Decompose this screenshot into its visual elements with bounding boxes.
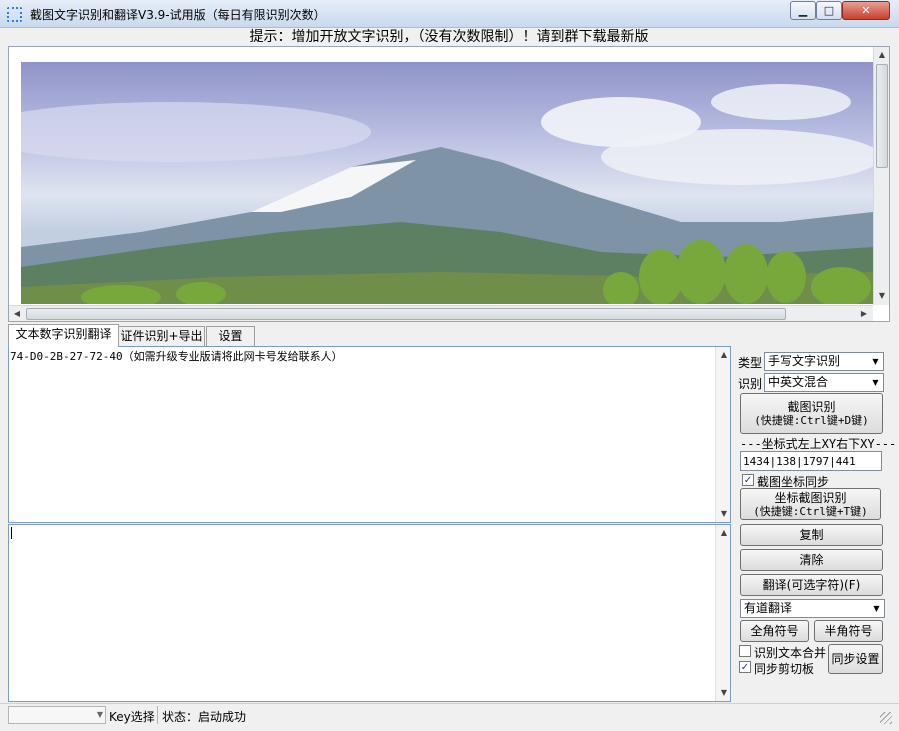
vertical-scroll-thumb[interactable] (876, 64, 888, 168)
clear-button[interactable]: 清除 (740, 549, 883, 571)
horizontal-scroll-thumb[interactable] (26, 308, 786, 320)
fullwidth-symbol-button[interactable]: 全角符号 (740, 620, 809, 642)
key-select-value (9, 707, 12, 721)
scroll-up-arrow-icon[interactable]: ▲ (874, 47, 890, 63)
banner-image (21, 62, 873, 304)
title-bar[interactable]: 截图文字识别和翻译V3.9-试用版（每日有限识别次数） ▁ □ ✕ (0, 0, 899, 28)
dropdown-arrow-icon[interactable]: ▼ (868, 374, 883, 391)
coordinate-capture-button[interactable]: 坐标截图识别 (快捷键:Ctrl键+T键) (740, 488, 881, 520)
translate-button[interactable]: 翻译(可选字符)(F) (740, 574, 883, 596)
copy-button[interactable]: 复制 (740, 524, 883, 546)
sync-coordinate-checkbox[interactable]: ✓ (742, 474, 754, 486)
app-icon (7, 7, 22, 22)
sync-clipboard-checkbox[interactable]: ✓ (739, 661, 751, 673)
scroll-left-arrow-icon[interactable]: ◀ (9, 306, 25, 322)
resize-grip-icon[interactable] (880, 712, 892, 724)
capture-button-shortcut: (快捷键:Ctrl键+D键) (754, 414, 869, 427)
maximize-button[interactable]: □ (816, 1, 842, 20)
translation-text-scrollbar[interactable]: ▲ ▼ (715, 525, 730, 701)
coordinate-input-value: 1434|138|1797|441 (743, 455, 856, 468)
key-select[interactable]: ▼ (8, 706, 106, 724)
sync-settings-button[interactable]: 同步设置 (828, 644, 883, 674)
window-title: 截图文字识别和翻译V3.9-试用版（每日有限识别次数） (30, 8, 326, 22)
recognition-language-value: 中英文混合 (768, 375, 829, 389)
dropdown-arrow-icon[interactable]: ▼ (869, 600, 884, 617)
coordinate-input[interactable]: 1434|138|1797|441 (740, 451, 882, 471)
scroll-up-arrow-icon[interactable]: ▲ (716, 525, 732, 541)
type-select[interactable]: 手写文字识别 ▼ (764, 352, 884, 371)
close-button[interactable]: ✕ (842, 1, 890, 20)
hint-text: 提示：增加开放文字识别，（没有次数限制）！请到群下载最新版 (249, 29, 649, 45)
sync-clipboard-label: 同步剪切板 (754, 662, 815, 676)
translation-text-area[interactable]: ▲ ▼ (8, 524, 731, 702)
coordinate-format-label: ---坐标式左上XY右下XY--- (740, 437, 897, 451)
status-divider (157, 706, 158, 724)
scroll-right-arrow-icon[interactable]: ▶ (856, 306, 872, 322)
merge-text-label: 识别文本合并 (754, 646, 827, 660)
banner-vertical-scrollbar[interactable]: ▲ ▼ (873, 47, 889, 305)
status-text: 状态：启动成功 (162, 710, 247, 724)
recognized-text-area[interactable]: 74-D0-2B-27-72-40（如需升级专业版请将此网卡号发给联系人） ▲ … (8, 346, 731, 523)
banner-panel: ▲ ▼ ◀ ▶ (8, 46, 890, 322)
recognized-text-scrollbar[interactable]: ▲ ▼ (715, 347, 730, 522)
status-bar: ▼ Key选择 状态：启动成功 (0, 703, 899, 731)
coordinate-capture-shortcut: (快捷键:Ctrl键+T键) (753, 505, 868, 518)
capture-button-title: 截图识别 (787, 400, 836, 414)
translator-select-value: 有道翻译 (744, 601, 793, 615)
tab-settings[interactable]: 设置 (206, 326, 255, 346)
recognition-label: 识别 (738, 377, 763, 391)
dropdown-arrow-icon[interactable]: ▼ (868, 353, 883, 370)
scroll-up-arrow-icon[interactable]: ▲ (716, 347, 732, 363)
type-select-value: 手写文字识别 (768, 354, 841, 368)
recognized-text: 74-D0-2B-27-72-40（如需升级专业版请将此网卡号发给联系人） (10, 350, 343, 363)
minimize-button[interactable]: ▁ (790, 1, 816, 20)
mountain-landscape-image (21, 84, 873, 304)
scroll-down-arrow-icon[interactable]: ▼ (716, 685, 732, 701)
text-cursor (11, 527, 12, 539)
dropdown-arrow-icon[interactable]: ▼ (97, 707, 103, 723)
tab-id-recognition[interactable]: 证件识别+导出 (118, 326, 205, 346)
scroll-down-arrow-icon[interactable]: ▼ (874, 288, 890, 304)
merge-text-checkbox[interactable] (739, 645, 751, 657)
coordinate-capture-title: 坐标截图识别 (774, 491, 847, 505)
key-select-label: Key选择 (109, 710, 155, 724)
recognition-language-select[interactable]: 中英文混合 ▼ (764, 373, 884, 392)
capture-recognize-button[interactable]: 截图识别 (快捷键:Ctrl键+D键) (740, 393, 883, 434)
tab-text-recognition[interactable]: 文本数字识别翻译 (8, 324, 119, 347)
translator-select[interactable]: 有道翻译 ▼ (740, 599, 885, 618)
halfwidth-symbol-button[interactable]: 半角符号 (814, 620, 883, 642)
scroll-down-arrow-icon[interactable]: ▼ (716, 506, 732, 522)
banner-horizontal-scrollbar[interactable]: ◀ ▶ (9, 305, 873, 321)
type-label: 类型 (738, 356, 763, 370)
